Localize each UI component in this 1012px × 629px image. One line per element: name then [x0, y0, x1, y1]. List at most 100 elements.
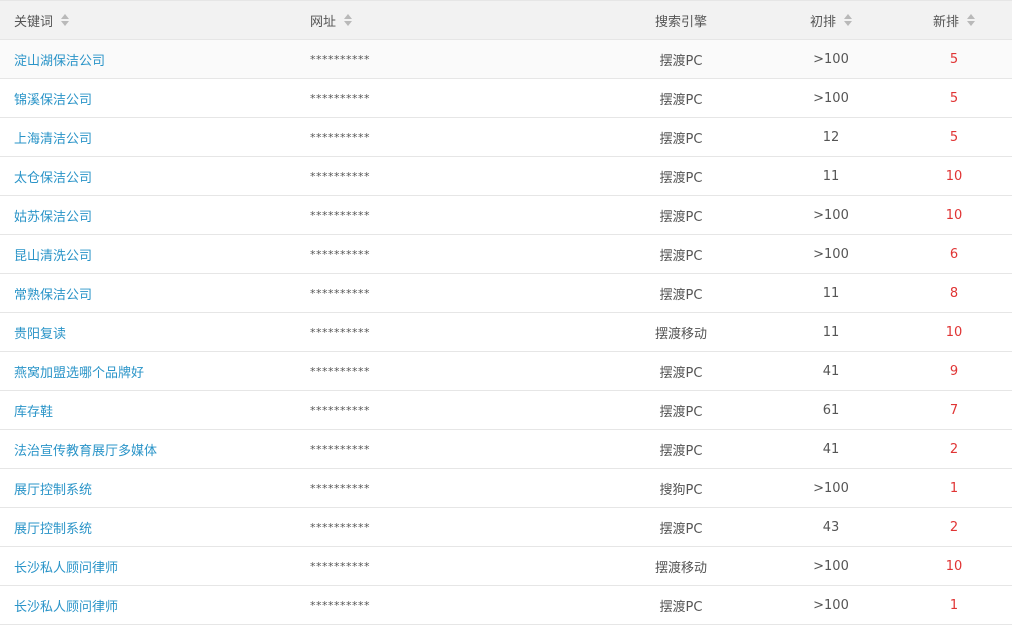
cell-keyword: 库存鞋 [0, 391, 296, 429]
engine-text: 摆渡PC [659, 443, 703, 459]
header-url-label: 网址 [310, 14, 337, 30]
new-rank-text: 2 [949, 519, 959, 535]
initial-rank-text: >100 [813, 51, 849, 67]
keyword-link[interactable]: 上海清洁公司 [14, 128, 92, 147]
engine-text: 摆渡移动 [654, 326, 707, 342]
engine-text: 摆渡PC [659, 521, 703, 537]
cell-initial-rank: 11 [766, 313, 896, 351]
engine-text: 摆渡PC [659, 209, 703, 225]
keyword-link[interactable]: 展厅控制系统 [14, 479, 92, 498]
url-text: ********** [310, 130, 370, 144]
keyword-link[interactable]: 常熟保洁公司 [14, 284, 92, 303]
cell-initial-rank: >100 [766, 547, 896, 585]
table-row: 法治宣传教育展厅多媒体 ********** 摆渡PC 41 2 [0, 430, 1012, 469]
initial-rank-text: 11 [822, 168, 840, 184]
cell-engine: 摆渡PC [596, 391, 766, 429]
engine-text: 摆渡PC [659, 599, 703, 615]
cell-keyword: 燕窝加盟选哪个品牌好 [0, 352, 296, 390]
keyword-link[interactable]: 淀山湖保洁公司 [14, 50, 105, 69]
cell-url: ********** [296, 157, 596, 195]
cell-initial-rank: >100 [766, 469, 896, 507]
cell-engine: 摆渡PC [596, 79, 766, 117]
initial-rank-text: 61 [822, 402, 840, 418]
cell-url: ********** [296, 235, 596, 273]
cell-keyword: 长沙私人顾问律师 [0, 547, 296, 585]
keyword-link[interactable]: 长沙私人顾问律师 [14, 557, 118, 576]
cell-engine: 摆渡PC [596, 586, 766, 624]
cell-engine: 摆渡PC [596, 40, 766, 78]
cell-url: ********** [296, 391, 596, 429]
cell-engine: 摆渡PC [596, 118, 766, 156]
new-rank-text: 10 [945, 324, 963, 340]
table-row: 锦溪保洁公司 ********** 摆渡PC >100 5 [0, 79, 1012, 118]
keyword-link[interactable]: 贵阳复读 [14, 323, 66, 342]
initial-rank-text: >100 [813, 207, 849, 223]
header-engine: 搜索引擎 [596, 1, 766, 39]
cell-initial-rank: 61 [766, 391, 896, 429]
cell-initial-rank: >100 [766, 586, 896, 624]
initial-rank-text: >100 [813, 90, 849, 106]
table-row: 长沙私人顾问律师 ********** 摆渡移动 >100 10 [0, 547, 1012, 586]
header-initial-rank[interactable]: 初排 [766, 1, 896, 39]
table-row: 展厅控制系统 ********** 摆渡PC 43 2 [0, 508, 1012, 547]
initial-rank-text: 12 [822, 129, 840, 145]
url-text: ********** [310, 169, 370, 183]
cell-keyword: 展厅控制系统 [0, 469, 296, 507]
engine-text: 摆渡PC [659, 248, 703, 264]
cell-new-rank: 2 [896, 430, 1012, 468]
header-url[interactable]: 网址 [296, 1, 596, 39]
cell-new-rank: 10 [896, 196, 1012, 234]
cell-new-rank: 5 [896, 79, 1012, 117]
cell-engine: 摆渡PC [596, 508, 766, 546]
header-initial-rank-label: 初排 [809, 14, 836, 30]
cell-new-rank: 9 [896, 352, 1012, 390]
engine-text: 摆渡PC [659, 53, 703, 69]
url-text: ********** [310, 325, 370, 339]
cell-new-rank: 10 [896, 157, 1012, 195]
cell-url: ********** [296, 40, 596, 78]
keyword-link[interactable]: 燕窝加盟选哪个品牌好 [14, 362, 144, 381]
cell-initial-rank: >100 [766, 40, 896, 78]
engine-text: 摆渡PC [659, 131, 703, 147]
keyword-link[interactable]: 展厅控制系统 [14, 518, 92, 537]
keyword-link[interactable]: 库存鞋 [14, 401, 53, 420]
keyword-link[interactable]: 锦溪保洁公司 [14, 89, 92, 108]
cell-url: ********** [296, 469, 596, 507]
keyword-link[interactable]: 昆山清洗公司 [14, 245, 92, 264]
cell-keyword: 太仓保洁公司 [0, 157, 296, 195]
cell-url: ********** [296, 118, 596, 156]
sort-initial-rank-icon[interactable] [844, 14, 852, 26]
sort-keyword-icon[interactable] [61, 14, 70, 26]
cell-new-rank: 8 [896, 274, 1012, 312]
engine-text: 摆渡PC [659, 365, 703, 381]
table-row: 贵阳复读 ********** 摆渡移动 11 10 [0, 313, 1012, 352]
cell-new-rank: 10 [896, 313, 1012, 351]
keyword-link[interactable]: 法治宣传教育展厅多媒体 [14, 440, 157, 459]
cell-url: ********** [296, 274, 596, 312]
cell-engine: 摆渡移动 [596, 547, 766, 585]
keyword-link[interactable]: 姑苏保洁公司 [14, 206, 92, 225]
ranking-table: 关键词 网址 搜索引擎 初排 新排 淀山湖保洁公司 ********** 摆渡P… [0, 0, 1012, 625]
cell-engine: 摆渡PC [596, 196, 766, 234]
initial-rank-text: 43 [822, 519, 840, 535]
cell-initial-rank: 11 [766, 274, 896, 312]
sort-new-rank-icon[interactable] [967, 14, 975, 26]
cell-url: ********** [296, 196, 596, 234]
cell-keyword: 上海清洁公司 [0, 118, 296, 156]
cell-engine: 摆渡PC [596, 235, 766, 273]
table-row: 展厅控制系统 ********** 搜狗PC >100 1 [0, 469, 1012, 508]
cell-keyword: 常熟保洁公司 [0, 274, 296, 312]
cell-url: ********** [296, 313, 596, 351]
keyword-link[interactable]: 长沙私人顾问律师 [14, 596, 118, 615]
header-keyword[interactable]: 关键词 [0, 1, 296, 39]
sort-url-icon[interactable] [344, 14, 353, 26]
url-text: ********** [310, 286, 370, 300]
initial-rank-text: 41 [822, 441, 840, 457]
keyword-link[interactable]: 太仓保洁公司 [14, 167, 92, 186]
header-new-rank[interactable]: 新排 [896, 1, 1012, 39]
url-text: ********** [310, 481, 370, 495]
new-rank-text: 5 [949, 129, 959, 145]
engine-text: 摆渡PC [659, 170, 703, 186]
cell-initial-rank: 11 [766, 157, 896, 195]
new-rank-text: 5 [949, 51, 959, 67]
